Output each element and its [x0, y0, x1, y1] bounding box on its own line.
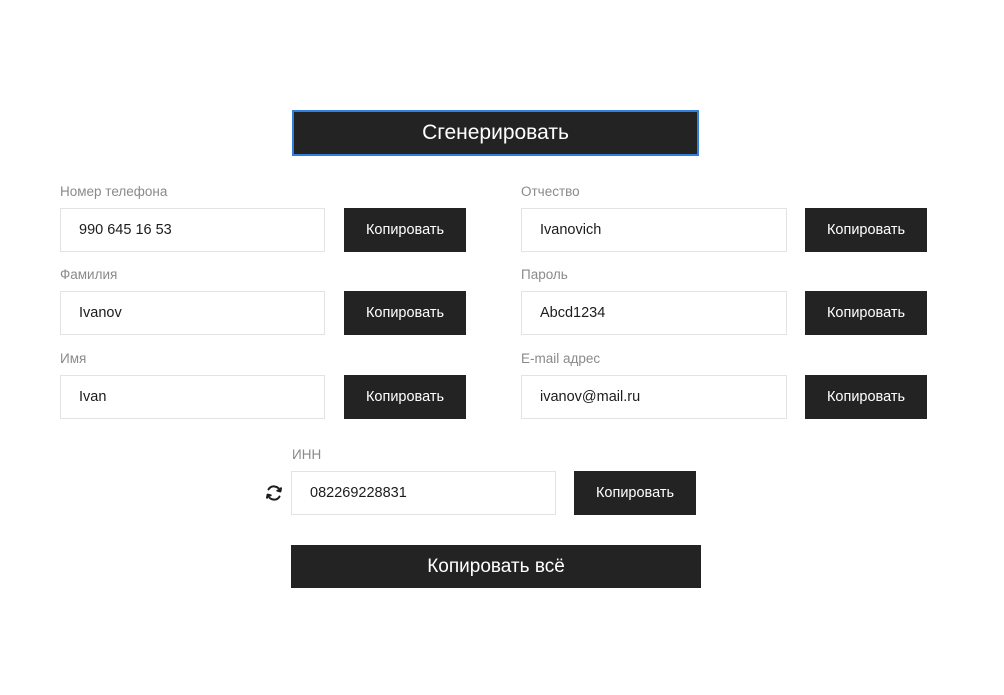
copy-name-button[interactable]: Копировать	[344, 375, 466, 419]
surname-label: Фамилия	[60, 267, 118, 282]
email-label: E-mail адрес	[521, 351, 601, 366]
generator-page: Сгенерировать Номер телефона Копировать …	[0, 0, 1004, 695]
inn-field[interactable]	[291, 471, 556, 515]
refresh-icon[interactable]	[264, 483, 284, 503]
inn-label: ИНН	[292, 447, 322, 462]
copy-patronymic-button[interactable]: Копировать	[805, 208, 927, 252]
name-field[interactable]	[60, 375, 325, 419]
name-label: Имя	[60, 351, 87, 366]
surname-field[interactable]	[60, 291, 325, 335]
phone-field[interactable]	[60, 208, 325, 252]
patronymic-field[interactable]	[521, 208, 787, 252]
password-label: Пароль	[521, 267, 568, 282]
copy-email-button[interactable]: Копировать	[805, 375, 927, 419]
patronymic-label: Отчество	[521, 184, 580, 199]
copy-all-button[interactable]: Копировать всё	[291, 545, 701, 588]
copy-surname-button[interactable]: Копировать	[344, 291, 466, 335]
copy-inn-button[interactable]: Копировать	[574, 471, 696, 515]
copy-password-button[interactable]: Копировать	[805, 291, 927, 335]
phone-label: Номер телефона	[60, 184, 168, 199]
password-field[interactable]	[521, 291, 787, 335]
email-field[interactable]	[521, 375, 787, 419]
copy-phone-button[interactable]: Копировать	[344, 208, 466, 252]
generate-button[interactable]: Сгенерировать	[292, 110, 699, 156]
